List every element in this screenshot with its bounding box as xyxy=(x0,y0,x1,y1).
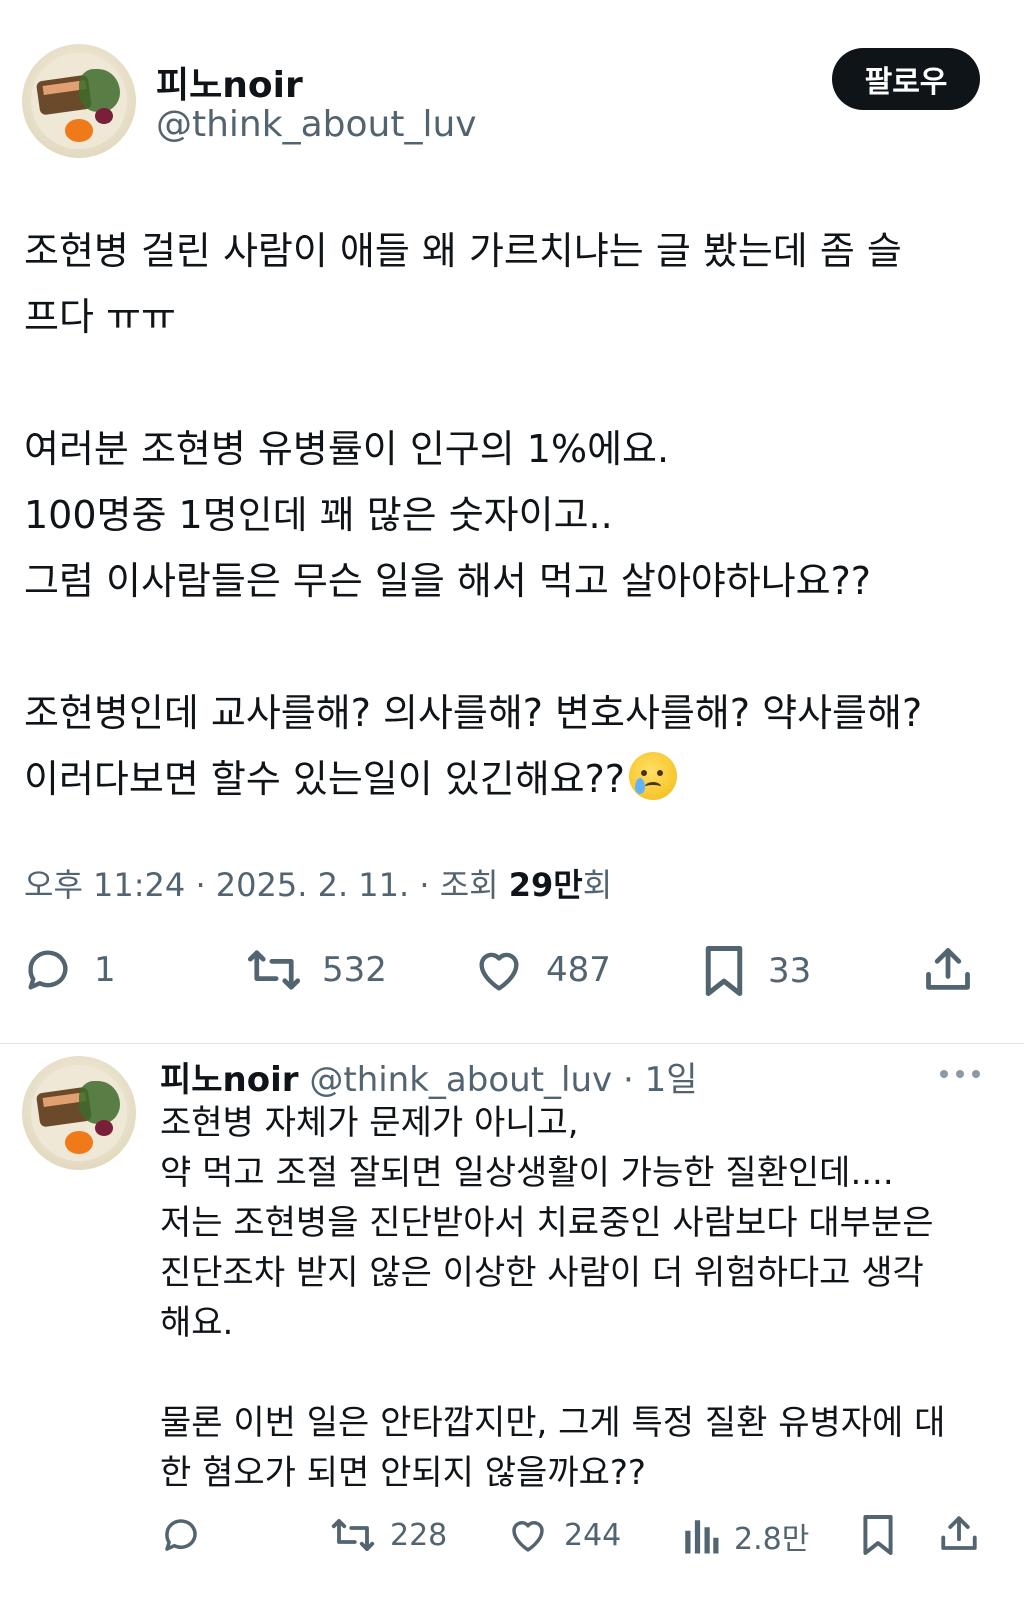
bookmark-icon xyxy=(705,946,743,996)
analytics-icon xyxy=(685,1520,719,1554)
post-meta: 오후 11:24 · 2025. 2. 11. · 조회 29만회 xyxy=(24,866,613,904)
bookmark-count: 33 xyxy=(768,951,812,991)
post-line: 이러다보면 할수 있는일이 있긴해요?? xyxy=(24,746,1004,812)
reply-avatar[interactable] xyxy=(22,1056,136,1170)
post-time[interactable]: 오후 11:24 xyxy=(24,866,185,904)
post-line xyxy=(24,614,1004,680)
divider xyxy=(0,1043,1024,1044)
repost-button[interactable]: 532 xyxy=(246,944,387,996)
views-suffix: 회 xyxy=(582,866,613,904)
reply-views-button[interactable]: 2.8만 xyxy=(682,1514,809,1558)
reply-author-handle[interactable]: @think_about_luv xyxy=(309,1060,612,1100)
repost-count: 532 xyxy=(322,950,387,990)
author-handle[interactable]: @think_about_luv xyxy=(156,104,477,145)
views-count: 29만 xyxy=(508,866,583,904)
reply-repost-button[interactable]: 228 xyxy=(330,1514,447,1556)
reply-repost-count: 228 xyxy=(390,1517,448,1553)
reply-like-count: 244 xyxy=(564,1517,622,1553)
reply-reply-button[interactable] xyxy=(160,1514,202,1556)
reply-header: 피노noir @think_about_luv · 1일 xyxy=(160,1060,698,1100)
reply-share-button[interactable] xyxy=(938,1512,980,1556)
avatar[interactable] xyxy=(22,44,136,158)
post-line: 조현병인데 교사를해? 의사를해? 변호사를해? 약사를해? xyxy=(24,691,923,735)
share-icon xyxy=(926,948,970,990)
share-button[interactable] xyxy=(922,944,974,996)
reply-count: 1 xyxy=(94,950,116,990)
reply-views-count: 2.8만 xyxy=(734,1522,810,1557)
author-name[interactable]: 피노noir xyxy=(156,56,303,108)
post-line: 100명중 1명인데 꽤 많은 숫자이고.. xyxy=(24,493,613,537)
post-date[interactable]: 2025. 2. 11. xyxy=(216,866,409,904)
reply-line: 약 먹고 조절 잘되면 일상생활이 가능한 질환인데.... xyxy=(160,1153,894,1193)
post-text: 조현병 걸린 사람이 애들 왜 가르치냐는 글 봤는데 좀 슬 프다 ㅠㅠ 여러… xyxy=(24,218,1004,812)
reply-like-button[interactable]: 244 xyxy=(506,1514,621,1556)
bookmark-icon xyxy=(863,1515,893,1555)
reply-icon xyxy=(165,1519,197,1551)
post-line: 여러분 조현병 유병률이 인구의 1%에요. xyxy=(24,427,670,471)
like-button[interactable]: 487 xyxy=(472,944,611,996)
reply-line: 해요. xyxy=(160,1303,234,1343)
reply-bookmark-button[interactable] xyxy=(860,1512,896,1558)
repost-icon xyxy=(247,950,301,990)
post-line: 그럼 이사람들은 무슨 일을 해서 먹고 살아야하나요?? xyxy=(24,559,871,603)
repost-icon xyxy=(331,1519,375,1551)
reply-author-name[interactable]: 피노noir xyxy=(160,1060,299,1100)
reply-line: 진단조차 받지 않은 이상한 사람이 더 위험하다고 생각 xyxy=(160,1253,924,1293)
reply-line: 물론 이번 일은 안타깝지만, 그게 특정 질환 유병자에 대 xyxy=(160,1403,946,1443)
share-icon xyxy=(941,1516,977,1550)
reply-age[interactable]: 1일 xyxy=(645,1060,698,1100)
post-line: 조현병 걸린 사람이 애들 왜 가르치냐는 글 봤는데 좀 슬 xyxy=(24,229,902,273)
like-count: 487 xyxy=(546,950,611,990)
post-line-text: 이러다보면 할수 있는일이 있긴해요?? xyxy=(24,757,625,801)
reply-button[interactable]: 1 xyxy=(22,944,116,996)
bookmark-button[interactable]: 33 xyxy=(700,944,811,998)
reply-text: 조현병 자체가 문제가 아니고, 약 먹고 조절 잘되면 일상생활이 가능한 질… xyxy=(160,1098,1010,1498)
reply-line: 조현병 자체가 문제가 아니고, xyxy=(160,1103,579,1143)
post-line: 프다 ㅠㅠ xyxy=(24,295,176,339)
reply-line: 저는 조현병을 진단받아서 치료중인 사람보다 대부분은 xyxy=(160,1203,934,1243)
more-icon[interactable] xyxy=(940,1068,980,1080)
face-holding-back-tears-icon xyxy=(628,752,677,800)
reply-line: 한 혐오가 되면 안되지 않을까요?? xyxy=(160,1453,646,1493)
reply-icon xyxy=(28,950,68,990)
follow-button[interactable]: 팔로우 xyxy=(832,48,980,110)
heart-icon xyxy=(512,1521,544,1552)
reply-line xyxy=(160,1348,1010,1398)
post-line xyxy=(24,350,1004,416)
heart-icon xyxy=(479,952,519,991)
views-prefix: 조회 xyxy=(439,866,499,904)
